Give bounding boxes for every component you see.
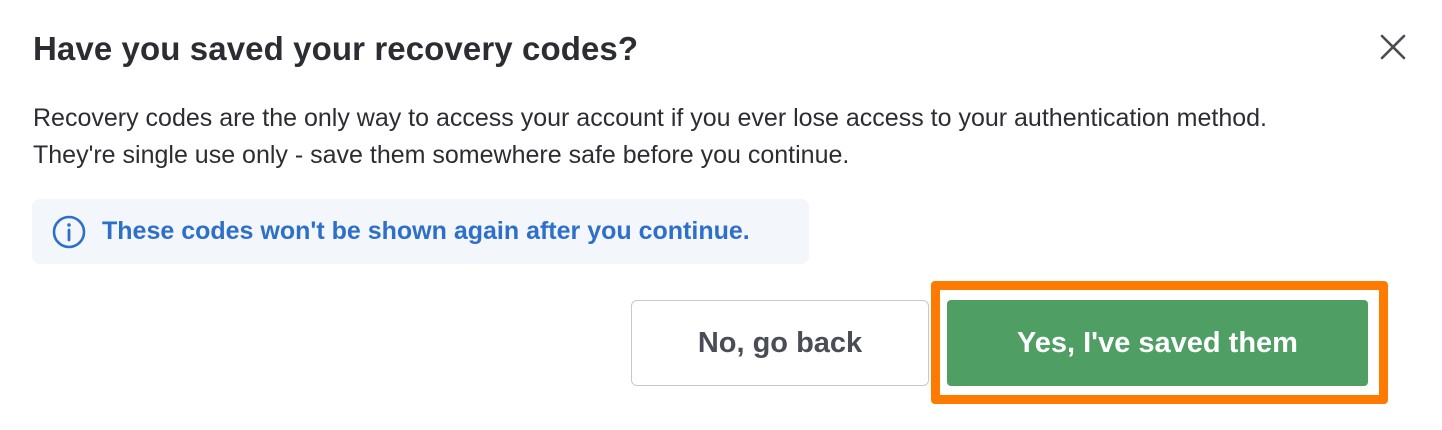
info-icon [52,215,86,248]
description-line-2: They're single use only - save them some… [33,141,850,169]
go-back-button[interactable]: No, go back [631,300,929,386]
info-notice: These codes won't be shown again after y… [32,199,809,264]
dialog-description: Recovery codes are the only way to acces… [33,100,1423,174]
info-text: These codes won't be shown again after y… [102,217,750,245]
recovery-codes-dialog: Have you saved your recovery codes? Reco… [0,0,1442,430]
dialog-title: Have you saved your recovery codes? [33,30,639,67]
close-button[interactable] [1374,28,1412,66]
close-icon [1380,34,1406,60]
confirm-saved-button[interactable]: Yes, I've saved them [947,300,1368,386]
description-line-1: Recovery codes are the only way to acces… [33,104,1267,132]
